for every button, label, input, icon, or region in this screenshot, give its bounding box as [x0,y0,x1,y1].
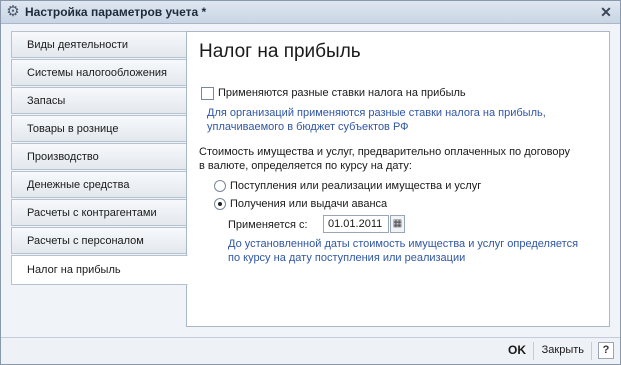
tab-activities[interactable]: Виды деятельности [11,31,187,58]
hint-line: уплачиваемого в бюджет субъектов РФ [207,121,409,133]
separator [533,342,534,360]
radio-advance-label[interactable]: Получения или выдачи аванса [230,198,387,210]
help-button[interactable]: ? [598,342,614,359]
gear-icon[interactable]: ⚙ [5,4,21,20]
different-rates-checkbox[interactable] [201,87,214,100]
title-bar: ⚙ Настройка параметров учета * ✕ [1,1,620,24]
date-field[interactable]: 01.01.2011 [323,215,389,233]
tab-cash[interactable]: Денежные средства [11,171,187,198]
settings-window: ⚙ Настройка параметров учета * ✕ Виды де… [0,0,621,365]
hint-line: Для организаций применяются разные ставк… [207,107,546,119]
tab-retail-goods[interactable]: Товары в рознице [11,115,187,142]
tab-tax-systems[interactable]: Системы налогообложения [11,59,187,86]
radio-receipt-sale[interactable] [214,180,226,192]
tab-personnel[interactable]: Расчеты с персоналом [11,227,187,254]
paragraph-line: в валюте, определяется по курсу на дату: [199,160,412,172]
content-panel: Налог на прибыль Применяются разные став… [186,31,610,327]
window-title: Настройка параметров учета * [25,5,207,19]
currency-paragraph: Стоимость имущества и услуг, предварител… [199,145,579,173]
close-button[interactable]: Закрыть [542,344,584,356]
hint-line: До установленной даты стоимость имуществ… [228,238,579,250]
sidebar-tabs: Виды деятельности Системы налогообложени… [11,31,188,286]
tab-production[interactable]: Производство [11,143,187,170]
different-rates-hint: Для организаций применяются разные ставк… [207,106,587,134]
date-label: Применяется с: [228,219,308,231]
page-title: Налог на прибыль [199,41,361,62]
radio-receipt-sale-label[interactable]: Поступления или реализации имущества и у… [230,180,481,192]
tab-profit-tax[interactable]: Налог на прибыль [11,255,188,285]
date-hint: До установленной даты стоимость имуществ… [228,237,598,265]
hint-line: по курсу на дату поступления или реализа… [228,252,466,264]
radio-advance[interactable] [214,198,226,210]
bottom-bar: OK Закрыть ? [1,337,620,364]
tab-counterparties[interactable]: Расчеты с контрагентами [11,199,187,226]
paragraph-line: Стоимость имущества и услуг, предварител… [199,146,570,158]
separator [591,342,592,360]
calendar-icon[interactable]: ▦ [390,215,405,233]
different-rates-label[interactable]: Применяются разные ставки налога на приб… [218,87,466,99]
ok-button[interactable]: OK [508,343,526,357]
tab-inventory[interactable]: Запасы [11,87,187,114]
close-icon[interactable]: ✕ [598,4,614,20]
